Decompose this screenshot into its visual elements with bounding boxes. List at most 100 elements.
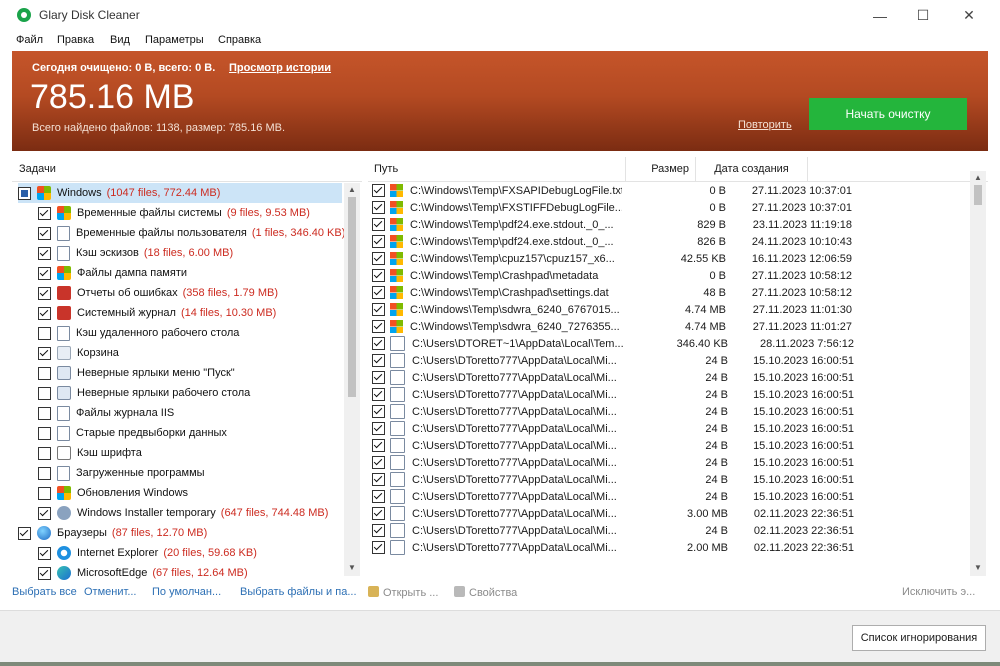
task-item[interactable]: Кэш удаленного рабочего стола (38, 323, 338, 343)
file-checkbox[interactable] (372, 184, 385, 197)
task-item[interactable]: Файлы дампа памяти (38, 263, 338, 283)
task-checkbox[interactable] (38, 406, 51, 420)
column-date[interactable]: Дата создания (696, 157, 808, 181)
files-scrollbar[interactable]: ▲ ▼ (970, 171, 986, 576)
task-checkbox[interactable] (38, 286, 51, 300)
task-item[interactable]: MicrosoftEdge (67 files, 12.64 MB) (38, 563, 338, 583)
file-row[interactable]: C:\Users\DToretto777\AppData\Local\Mi...… (368, 488, 968, 505)
select-files-link[interactable]: Выбрать файлы и па... (240, 586, 357, 598)
file-row[interactable]: C:\Users\DToretto777\AppData\Local\Mi...… (368, 505, 968, 522)
maximize-button[interactable]: ☐ (900, 0, 946, 31)
task-checkbox[interactable] (18, 526, 31, 540)
task-checkbox[interactable] (38, 366, 51, 380)
tasks-scroll-thumb[interactable] (348, 197, 356, 397)
task-item[interactable]: Файлы журнала IIS (38, 403, 338, 423)
file-row[interactable]: C:\Windows\Temp\pdf24.exe.stdout._0_... 8… (368, 216, 968, 233)
file-checkbox[interactable] (372, 388, 385, 401)
menu-file[interactable]: Файл (16, 34, 43, 46)
task-item[interactable]: Корзина (38, 343, 338, 363)
file-row[interactable]: C:\Users\DToretto777\AppData\Local\Mi...… (368, 437, 968, 454)
task-checkbox[interactable] (38, 566, 51, 580)
deselect-link[interactable]: Отменит... (84, 586, 136, 598)
file-checkbox[interactable] (372, 541, 385, 554)
task-item[interactable]: Старые предвыборки данных (38, 423, 338, 443)
task-item[interactable]: Кэш эскизов (18 files, 6.00 MB) (38, 243, 338, 263)
task-checkbox[interactable] (38, 246, 51, 260)
file-checkbox[interactable] (372, 439, 385, 452)
task-checkbox[interactable] (38, 426, 51, 440)
exclude-action[interactable]: Исключить э... (902, 586, 975, 598)
task-checkbox[interactable] (38, 306, 51, 320)
task-item[interactable]: Загруженные программы (38, 463, 338, 483)
file-row[interactable]: C:\Windows\Temp\cpuz157\cpuz157_x6... 42.… (368, 250, 968, 267)
close-button[interactable]: ✕ (946, 0, 992, 31)
task-item[interactable]: Браузеры (87 files, 12.70 MB) (18, 523, 342, 543)
view-history-link[interactable]: Просмотр истории (229, 62, 331, 74)
menu-edit[interactable]: Правка (57, 34, 94, 46)
tasks-scrollbar[interactable]: ▲ ▼ (344, 183, 360, 576)
files-scroll-thumb[interactable] (974, 185, 982, 205)
file-row[interactable]: C:\Windows\Temp\Crashpad\settings.dat 48 … (368, 284, 968, 301)
task-item[interactable]: Отчеты об ошибках (358 files, 1.79 MB) (38, 283, 338, 303)
file-row[interactable]: C:\Users\DToretto777\AppData\Local\Mi...… (368, 403, 968, 420)
file-checkbox[interactable] (372, 337, 385, 350)
task-checkbox[interactable] (38, 466, 51, 480)
file-checkbox[interactable] (372, 473, 385, 486)
column-size[interactable]: Размер (626, 157, 696, 181)
menu-help[interactable]: Справка (218, 34, 261, 46)
file-checkbox[interactable] (372, 524, 385, 537)
task-item[interactable]: Временные файлы пользователя (1 files, 34… (38, 223, 345, 243)
file-row[interactable]: C:\Users\DToretto777\AppData\Local\Mi...… (368, 352, 968, 369)
task-checkbox[interactable] (38, 326, 51, 340)
default-link[interactable]: По умолчан... (152, 586, 221, 598)
properties-action[interactable]: Свойства (454, 586, 517, 599)
file-row[interactable]: C:\Users\DToretto777\AppData\Local\Mi...… (368, 522, 968, 539)
task-checkbox[interactable] (38, 446, 51, 460)
start-cleaning-button[interactable]: Начать очистку (809, 98, 967, 130)
menu-options[interactable]: Параметры (145, 34, 204, 46)
task-item[interactable]: Обновления Windows (38, 483, 338, 503)
file-checkbox[interactable] (372, 456, 385, 469)
file-checkbox[interactable] (372, 320, 385, 333)
select-all-link[interactable]: Выбрать все (12, 586, 77, 598)
scroll-down-icon[interactable]: ▼ (348, 563, 356, 572)
file-checkbox[interactable] (372, 235, 385, 248)
task-checkbox[interactable] (18, 186, 31, 200)
file-row[interactable]: C:\Windows\Temp\pdf24.exe.stdout._0_... 8… (368, 233, 968, 250)
file-row[interactable]: C:\Users\DTORET~1\AppData\Local\Tem... 34… (368, 335, 968, 352)
minimize-button[interactable]: — (857, 0, 903, 31)
scroll-up-icon[interactable]: ▲ (974, 173, 982, 182)
task-checkbox[interactable] (38, 206, 51, 220)
task-item[interactable]: Кэш шрифта (38, 443, 338, 463)
file-row[interactable]: C:\Users\DToretto777\AppData\Local\Mi...… (368, 539, 968, 556)
file-checkbox[interactable] (372, 286, 385, 299)
file-checkbox[interactable] (372, 405, 385, 418)
file-row[interactable]: C:\Windows\Temp\FXSAPIDebugLogFile.txt 0 … (368, 182, 968, 199)
file-checkbox[interactable] (372, 354, 385, 367)
task-item[interactable]: Временные файлы системы (9 files, 9.53 MB… (38, 203, 338, 223)
task-checkbox[interactable] (38, 506, 51, 520)
task-checkbox[interactable] (38, 546, 51, 560)
task-item[interactable]: Системный журнал (14 files, 10.30 MB) (38, 303, 338, 323)
file-row[interactable]: C:\Windows\Temp\sdwra_6240_6767015... 4.7… (368, 301, 968, 318)
file-row[interactable]: C:\Users\DToretto777\AppData\Local\Mi...… (368, 369, 968, 386)
scroll-down-icon[interactable]: ▼ (974, 563, 982, 572)
file-row[interactable]: C:\Users\DToretto777\AppData\Local\Mi...… (368, 454, 968, 471)
file-checkbox[interactable] (372, 303, 385, 316)
task-item[interactable]: Windows (1047 files, 772.44 MB) (18, 183, 342, 203)
file-row[interactable]: C:\Windows\Temp\Crashpad\metadata 0 B 27.1… (368, 267, 968, 284)
file-checkbox[interactable] (372, 269, 385, 282)
task-item[interactable]: Неверные ярлыки рабочего стола (38, 383, 338, 403)
task-checkbox[interactable] (38, 226, 51, 240)
file-checkbox[interactable] (372, 371, 385, 384)
file-row[interactable]: C:\Users\DToretto777\AppData\Local\Mi...… (368, 386, 968, 403)
file-row[interactable]: C:\Windows\Temp\FXSTIFFDebugLogFile... 0 … (368, 199, 968, 216)
task-checkbox[interactable] (38, 486, 51, 500)
file-checkbox[interactable] (372, 422, 385, 435)
task-checkbox[interactable] (38, 266, 51, 280)
task-item[interactable]: Неверные ярлыки меню "Пуск" (38, 363, 338, 383)
task-checkbox[interactable] (38, 386, 51, 400)
file-row[interactable]: C:\Windows\Temp\sdwra_6240_7276355... 4.7… (368, 318, 968, 335)
ignore-list-button[interactable]: Список игнорирования (852, 625, 986, 651)
file-checkbox[interactable] (372, 490, 385, 503)
